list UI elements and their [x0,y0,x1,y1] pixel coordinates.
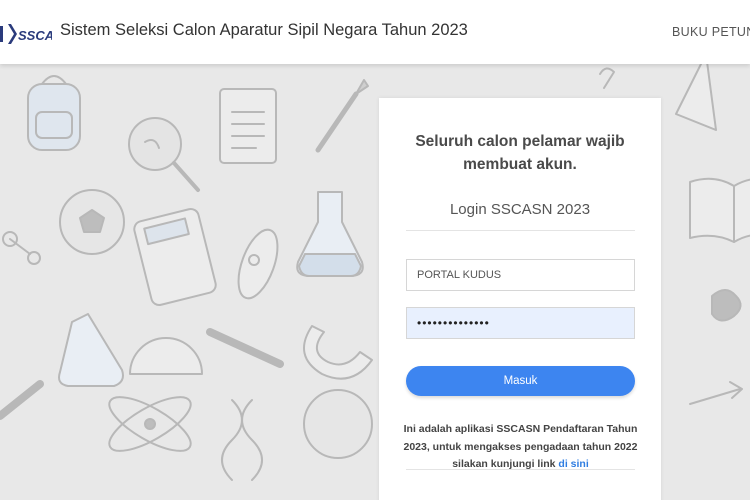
atom-icon [108,396,192,452]
login-title: Login SSCASN 2023 [449,201,591,218]
login-button[interactable]: Masuk [406,366,635,396]
protractor-icon [129,337,203,375]
title-divider [406,230,635,231]
account-required-message: Seluruh calon pelamar wajib membuat akun… [415,133,625,173]
flask-icon [296,191,364,277]
book-icon [689,177,750,243]
cell-icon [237,228,279,300]
magnet-icon [303,325,373,380]
username-input[interactable] [406,259,635,291]
info-text-body: Ini adalah aplikasi SSCASN Pendaftaran T… [403,423,638,470]
soccer-ball-icon [59,189,125,255]
info-text: Ini adalah aplikasi SSCASN Pendaftaran T… [403,421,638,474]
logo-text: SSCASN [18,28,52,43]
login-card: Seluruh calon pelamar wajib membuat akun… [379,98,661,500]
beaker-icon [58,313,124,387]
magnifier-icon [128,117,200,192]
notepad-icon [219,88,277,164]
sscasn-logo[interactable]: SSCASN [0,20,73,48]
calculator-icon [133,207,217,307]
molecule-icon [2,231,41,265]
paperclip-icon [599,67,615,89]
info-divider [406,469,635,470]
brush-icon [315,79,369,153]
backpack-icon [27,75,81,151]
dna-icon [221,399,263,481]
password-input[interactable] [406,307,635,339]
top-navbar: SSCASN Sistem Seleksi Calon Aparatur Sip… [0,0,750,64]
splash-icon [711,289,742,322]
arrow-icon [689,381,743,405]
globe-icon [303,389,373,459]
site-title: Sistem Seleksi Calon Aparatur Sipil Nega… [60,21,468,39]
triangle-ruler-icon [675,64,717,131]
nav-link-buku-petunjuk[interactable]: BUKU PETUN [672,25,750,39]
